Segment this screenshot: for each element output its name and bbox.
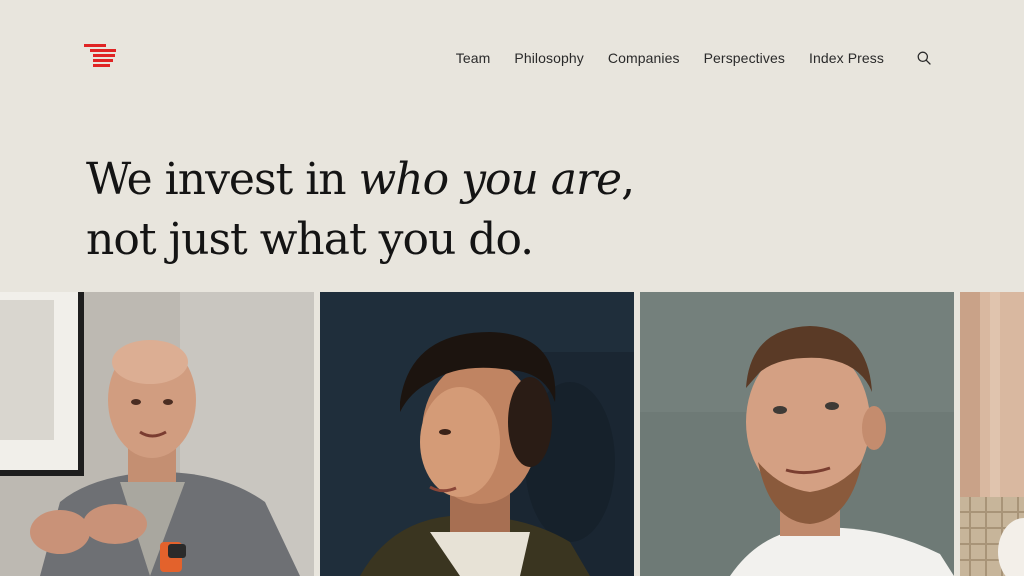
- logo-icon[interactable]: [84, 44, 118, 72]
- portrait-3[interactable]: [640, 292, 954, 576]
- hero-headline: We invest in who you are, not just what …: [86, 150, 635, 270]
- nav-item-index-press[interactable]: Index Press: [809, 48, 884, 68]
- portrait-4[interactable]: [960, 292, 1024, 576]
- page: Team Philosophy Companies Perspectives I…: [0, 0, 1024, 576]
- search-icon[interactable]: [916, 50, 932, 66]
- portrait-1[interactable]: [0, 292, 314, 576]
- portrait-2[interactable]: [320, 292, 634, 576]
- nav-item-perspectives[interactable]: Perspectives: [704, 48, 785, 68]
- photo-strip: [0, 292, 1024, 576]
- hero-line1-prefix: We invest in: [86, 154, 359, 205]
- hero-line1-italic: who you are: [358, 154, 622, 205]
- nav-item-philosophy[interactable]: Philosophy: [514, 48, 584, 68]
- nav-item-team[interactable]: Team: [456, 48, 491, 68]
- hero-line1-suffix: ,: [621, 154, 635, 205]
- main-nav: Team Philosophy Companies Perspectives I…: [456, 48, 932, 68]
- nav-item-companies[interactable]: Companies: [608, 48, 680, 68]
- hero-line2: not just what you do.: [86, 214, 534, 265]
